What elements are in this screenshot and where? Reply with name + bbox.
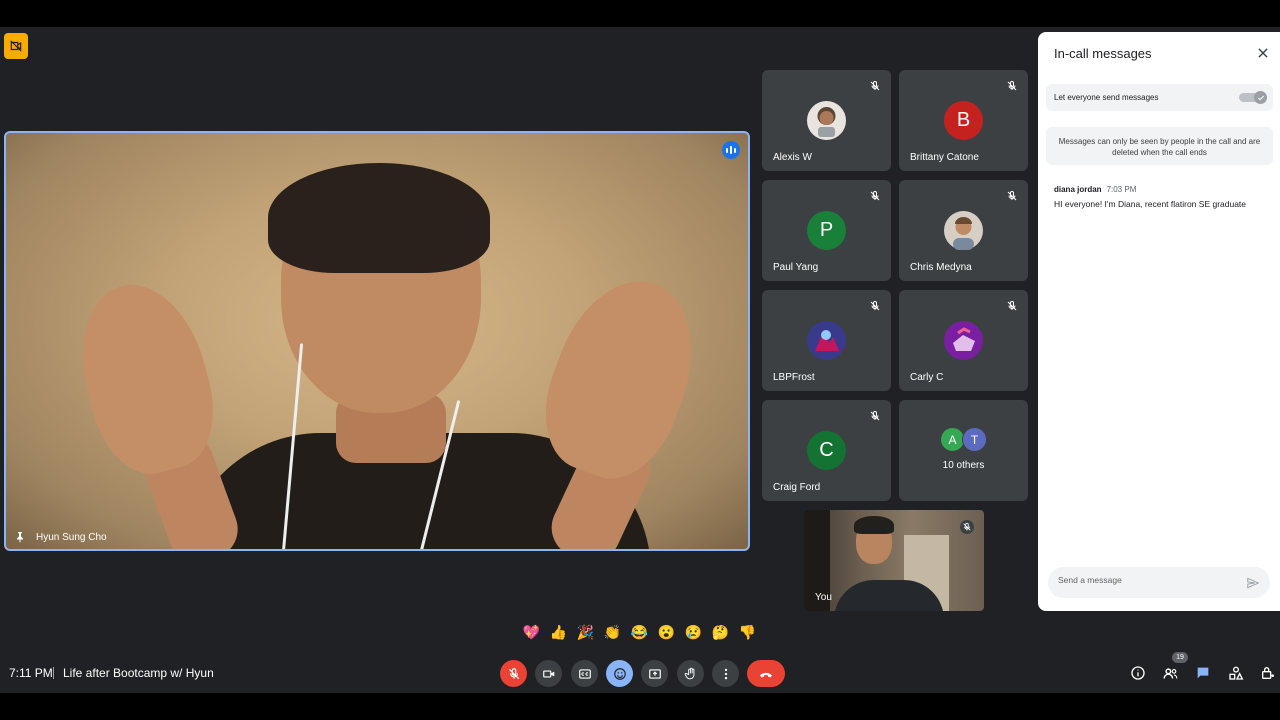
participant-tile-craig[interactable]: C Craig Ford	[762, 400, 891, 501]
captions-button[interactable]	[571, 660, 598, 687]
avatar: C	[807, 431, 846, 470]
meeting-details-button[interactable]	[1129, 664, 1147, 682]
avatar: B	[944, 101, 983, 140]
avatar	[807, 321, 846, 360]
reaction-surprised[interactable]: 😮	[655, 621, 678, 644]
chat-icon	[1197, 667, 1209, 679]
raise-hand-button[interactable]	[677, 660, 704, 687]
panel-title: In-call messages	[1054, 46, 1152, 61]
more-options-button[interactable]	[712, 660, 739, 687]
reaction-laughing[interactable]: 😂	[628, 621, 651, 644]
mic-toggle-button[interactable]	[500, 660, 527, 687]
reaction-thumbs-down[interactable]: 👎	[736, 621, 759, 644]
self-label: You	[815, 592, 832, 603]
toggle-label: Let everyone send messages	[1054, 93, 1159, 102]
people-icon	[1162, 667, 1177, 679]
check-icon	[1254, 91, 1267, 104]
lock-person-icon	[1262, 667, 1274, 679]
messages-info: Messages can only be seen by people in t…	[1046, 127, 1273, 165]
meeting-time: 7:11 PM	[9, 666, 53, 680]
leave-call-button[interactable]	[747, 660, 785, 687]
participant-name: Craig Ford	[773, 482, 821, 493]
mic-off-icon	[870, 410, 880, 421]
meeting-title: Life after Bootcamp w/ Hyun	[63, 666, 214, 680]
self-view-tile[interactable]: You	[804, 510, 984, 611]
message-permission-row: Let everyone send messages	[1046, 84, 1273, 111]
reaction-bar: 💖 👍 🎉 👏 😂 😮 😢 🤔 👎	[520, 620, 759, 644]
avatar	[807, 101, 846, 140]
reaction-sad[interactable]: 😢	[682, 621, 705, 644]
in-call-messages-panel: In-call messages Let everyone send messa…	[1038, 32, 1280, 611]
send-messages-toggle[interactable]	[1239, 91, 1267, 104]
participant-name: Alexis W	[773, 152, 812, 163]
mic-off-icon	[508, 667, 519, 679]
others-label: 10 others	[942, 460, 985, 471]
people-button[interactable]	[1161, 664, 1179, 682]
letterbox-bottom	[0, 693, 1280, 720]
activities-button[interactable]	[1227, 664, 1245, 682]
mic-off-icon	[960, 520, 974, 534]
mic-off-icon	[870, 300, 880, 311]
info-icon	[1131, 666, 1145, 680]
close-icon[interactable]	[1256, 46, 1270, 60]
participant-name: Carly C	[910, 372, 944, 383]
main-speaker-name: Hyun Sung Cho	[36, 532, 107, 543]
participant-tile-chris[interactable]: Chris Medyna	[899, 180, 1028, 281]
avatar: T	[962, 427, 987, 452]
mic-off-icon	[870, 190, 880, 201]
message-text: HI everyone! I'm Diana, recent flatiron …	[1054, 199, 1247, 209]
send-icon[interactable]	[1246, 576, 1260, 590]
host-controls-button[interactable]	[1259, 664, 1277, 682]
reaction-thinking[interactable]: 🤔	[709, 621, 732, 644]
participant-tile-brittany[interactable]: B Brittany Catone	[899, 70, 1028, 171]
avatar	[944, 321, 983, 360]
mic-off-icon	[1007, 80, 1017, 91]
mic-off-icon	[870, 80, 880, 91]
hand-icon	[684, 667, 694, 679]
message-time: 7:03 PM	[1106, 185, 1137, 194]
message-author: diana jordan 7:03 PM	[1054, 185, 1137, 194]
participant-tile-paul[interactable]: P Paul Yang	[762, 180, 891, 281]
participant-name: Chris Medyna	[910, 262, 972, 273]
present-screen-button[interactable]	[641, 660, 668, 687]
camera-toggle-button[interactable]	[535, 660, 562, 687]
hang-up-icon	[760, 672, 772, 677]
participant-tile-lbpfrost[interactable]: LBPFrost	[762, 290, 891, 391]
letterbox-top	[0, 0, 1280, 27]
participant-count-badge: 19	[1172, 652, 1188, 663]
others-tile[interactable]: A T 10 others	[899, 400, 1028, 501]
reaction-clapping[interactable]: 👏	[601, 621, 624, 644]
message-input-container	[1048, 567, 1270, 598]
reaction-thumbs-up[interactable]: 👍	[547, 621, 570, 644]
smiley-icon	[613, 667, 626, 680]
avatar	[944, 211, 983, 250]
participant-tile-alexis[interactable]: Alexis W	[762, 70, 891, 171]
participant-name: Paul Yang	[773, 262, 819, 273]
closed-captions-icon	[578, 668, 591, 679]
participant-tile-carly[interactable]: Carly C	[899, 290, 1028, 391]
reaction-sparkling-heart[interactable]: 💖	[520, 621, 543, 644]
reactions-button[interactable]	[606, 660, 633, 687]
avatar: P	[807, 211, 846, 250]
speaking-indicator-icon	[722, 141, 740, 159]
video-off-warning-icon[interactable]	[4, 33, 28, 59]
divider	[53, 667, 54, 679]
mic-off-icon	[1007, 300, 1017, 311]
present-icon	[648, 668, 661, 679]
main-speaker-tile[interactable]: Hyun Sung Cho	[4, 131, 750, 551]
message-input[interactable]	[1058, 575, 1238, 585]
chat-button[interactable]	[1194, 664, 1212, 682]
reaction-party-popper[interactable]: 🎉	[574, 621, 597, 644]
more-vert-icon	[724, 668, 727, 679]
video-camera-icon	[542, 670, 554, 677]
pin-icon[interactable]	[14, 531, 26, 543]
participant-name: Brittany Catone	[910, 152, 979, 163]
participant-name: LBPFrost	[773, 372, 815, 383]
shapes-icon	[1229, 666, 1244, 680]
mic-off-icon	[1007, 190, 1017, 201]
